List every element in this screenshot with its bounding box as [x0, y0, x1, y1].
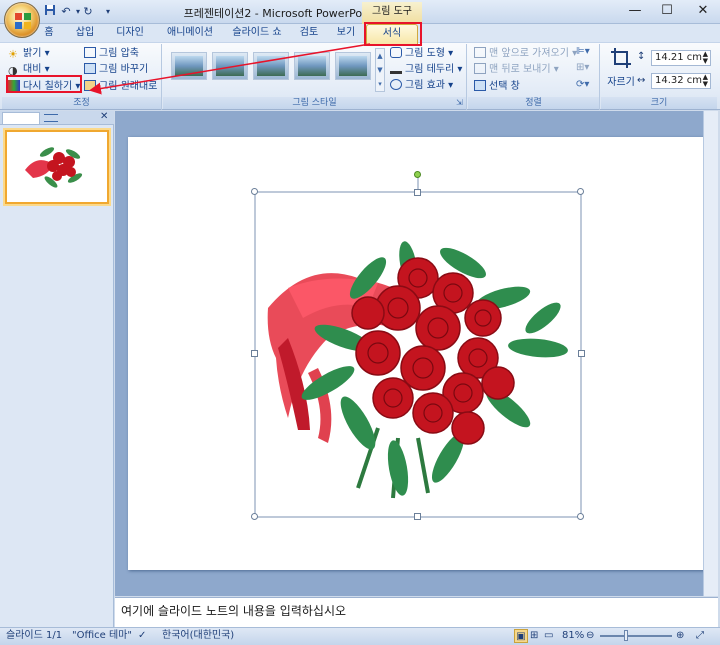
- notes-placeholder: 여기에 슬라이드 노트의 내용을 입력하십시오: [121, 604, 347, 618]
- zoom-slider-thumb[interactable]: [624, 630, 628, 641]
- bouquet-picture[interactable]: [248, 168, 588, 524]
- status-theme: "Office 테마": [72, 630, 132, 641]
- status-language: 한국어(대한민국): [162, 630, 235, 641]
- thumbnail-bouquet-image: [25, 147, 83, 188]
- zoom-slider[interactable]: [600, 635, 672, 637]
- slide-sorter-icon[interactable]: ⊞: [530, 629, 538, 643]
- zoom-in-icon[interactable]: ⊕: [676, 629, 684, 643]
- fit-to-window-icon[interactable]: ⤢: [696, 629, 704, 643]
- vertical-scrollbar[interactable]: [703, 111, 718, 596]
- resize-handle[interactable]: [251, 188, 258, 195]
- resize-handle[interactable]: [251, 350, 258, 357]
- resize-handle[interactable]: [251, 513, 258, 520]
- zoom-out-icon[interactable]: ⊖: [586, 629, 594, 643]
- slide-thumbnail[interactable]: [5, 130, 109, 204]
- resize-handle[interactable]: [414, 189, 421, 196]
- annotation-arrow: [89, 43, 371, 95]
- resize-handle[interactable]: [578, 350, 585, 357]
- normal-view-icon[interactable]: ▣: [514, 629, 528, 643]
- rotate-handle[interactable]: [414, 171, 421, 178]
- resize-handle[interactable]: [577, 513, 584, 520]
- resize-handle[interactable]: [577, 188, 584, 195]
- spellcheck-icon[interactable]: ✓: [138, 629, 146, 643]
- slideshow-view-icon[interactable]: ▭: [544, 629, 553, 643]
- resize-handle[interactable]: [414, 513, 421, 520]
- zoom-level[interactable]: 81%: [562, 629, 584, 643]
- notes-pane[interactable]: 여기에 슬라이드 노트의 내용을 입력하십시오: [115, 597, 718, 627]
- status-slide: 슬라이드 1/1: [6, 630, 63, 641]
